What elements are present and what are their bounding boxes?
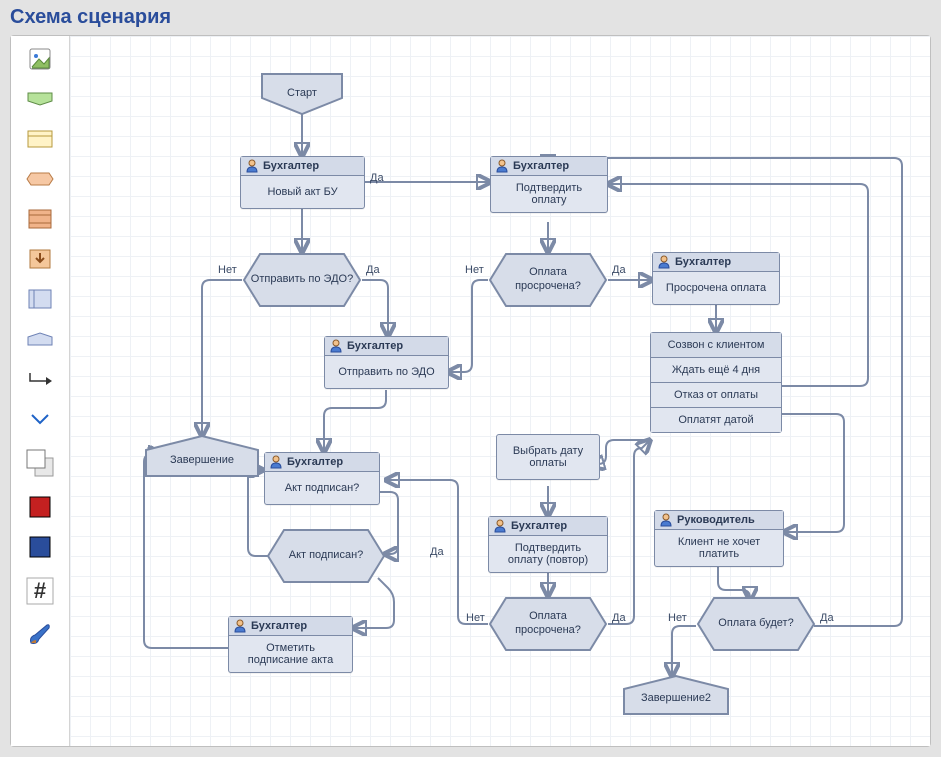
task-select-date[interactable]: Выбрать дату оплаты (496, 434, 600, 480)
task-label: Новый акт БУ (241, 176, 364, 208)
user-icon (657, 255, 671, 269)
task-role: Бухгалтер (513, 160, 569, 172)
edge-label: Да (370, 172, 384, 184)
user-icon (245, 159, 259, 173)
task-role: Бухгалтер (263, 160, 319, 172)
menu-title: Созвон с клиентом (651, 333, 781, 358)
task-role: Бухгалтер (347, 340, 403, 352)
palette: # (11, 36, 70, 746)
task-label: Подтвердить оплату (491, 176, 607, 212)
task-confirm-pay[interactable]: Бухгалтер Подтвердить оплату (490, 156, 608, 213)
page-title: Схема сценария (10, 6, 931, 29)
user-icon (493, 519, 507, 533)
import-icon[interactable] (23, 246, 57, 272)
task-label: Клиент не хочет платить (655, 530, 783, 566)
user-icon (659, 513, 673, 527)
start-node[interactable]: Старт (260, 72, 344, 116)
decision-label: Оплата просрочена? (488, 252, 608, 308)
menu-call-client[interactable]: Созвон с клиентом Ждать ещё 4 дня Отказ … (650, 332, 782, 433)
end-node-1[interactable]: Завершение (144, 434, 260, 478)
task-send-edo[interactable]: Бухгалтер Отправить по ЭДО (324, 336, 449, 389)
task-label: Подтвердить оплату (повтор) (489, 536, 607, 572)
workbench: # (10, 35, 931, 747)
container-icon[interactable] (23, 286, 57, 312)
end-node-icon[interactable] (23, 326, 57, 352)
brush-icon[interactable] (23, 622, 57, 648)
task-role: Бухгалтер (675, 256, 731, 268)
task-mark-signed[interactable]: Бухгалтер Отметить подписание акта (228, 616, 353, 673)
decision-label: Оплата будет? (696, 596, 816, 652)
task-label: Отметить подписание акта (229, 636, 352, 672)
user-icon (233, 619, 247, 633)
task-client-refuse[interactable]: Руководитель Клиент не хочет платить (654, 510, 784, 567)
decision-label: Оплата просрочена? (488, 596, 608, 652)
diagram-canvas[interactable]: Да Да Нет Нет Да Нет Да Нет Да Нет Да Ст… (70, 36, 930, 746)
decision-overdue-1[interactable]: Оплата просрочена? (488, 252, 608, 308)
expand-toggle[interactable] (23, 406, 57, 432)
task-confirm-pay-2[interactable]: Бухгалтер Подтвердить оплату (повтор) (488, 516, 608, 573)
edge-label: Да (430, 546, 444, 558)
stack-icon[interactable] (23, 206, 57, 232)
task-overdue[interactable]: Бухгалтер Просрочена оплата (652, 252, 780, 305)
task-label: Акт подписан? (265, 472, 379, 504)
layer-back-icon[interactable] (23, 446, 57, 480)
decision-will-pay[interactable]: Оплата будет? (696, 596, 816, 652)
end-node-label: Завершение2 (622, 682, 730, 716)
edge-label: Нет (466, 612, 485, 624)
start-node-icon[interactable] (23, 86, 57, 112)
grid-snap-icon[interactable]: # (23, 574, 57, 608)
edge-label: Нет (668, 612, 687, 624)
decision-act-signed[interactable]: Акт подписан? (266, 528, 386, 584)
edge-label: Да (612, 612, 626, 624)
menu-item-wait[interactable]: Ждать ещё 4 дня (651, 358, 781, 383)
task-node-icon[interactable] (23, 126, 57, 152)
decision-overdue-2[interactable]: Оплата просрочена? (488, 596, 608, 652)
fill-red-icon[interactable] (23, 494, 57, 520)
decision-node-icon[interactable] (23, 166, 57, 192)
task-label: Отправить по ЭДО (325, 356, 448, 388)
task-role: Руководитель (677, 514, 755, 526)
edge-label: Да (366, 264, 380, 276)
start-node-label: Старт (260, 72, 344, 116)
connector-icon[interactable] (23, 366, 57, 392)
image-icon[interactable] (23, 46, 57, 72)
user-icon (329, 339, 343, 353)
edge-label: Да (612, 264, 626, 276)
task-label: Выбрать дату оплаты (497, 435, 599, 479)
task-label: Просрочена оплата (653, 272, 779, 304)
menu-item-pay-date[interactable]: Оплатят датой (651, 408, 781, 432)
task-role: Бухгалтер (251, 620, 307, 632)
user-icon (269, 455, 283, 469)
user-icon (495, 159, 509, 173)
decision-label: Акт подписан? (266, 528, 386, 584)
end-node-label: Завершение (144, 444, 260, 478)
decision-label: Отправить по ЭДО? (242, 252, 362, 308)
end-node-2[interactable]: Завершение2 (622, 674, 730, 716)
task-new-act[interactable]: Бухгалтер Новый акт БУ (240, 156, 365, 209)
svg-text:#: # (34, 578, 46, 603)
edge-label: Нет (465, 264, 484, 276)
task-act-signed[interactable]: Бухгалтер Акт подписан? (264, 452, 380, 505)
task-role: Бухгалтер (511, 520, 567, 532)
task-role: Бухгалтер (287, 456, 343, 468)
edge-label: Да (820, 612, 834, 624)
fill-blue-icon[interactable] (23, 534, 57, 560)
edge-label: Нет (218, 264, 237, 276)
menu-item-refuse[interactable]: Отказ от оплаты (651, 383, 781, 408)
decision-send-edo[interactable]: Отправить по ЭДО? (242, 252, 362, 308)
